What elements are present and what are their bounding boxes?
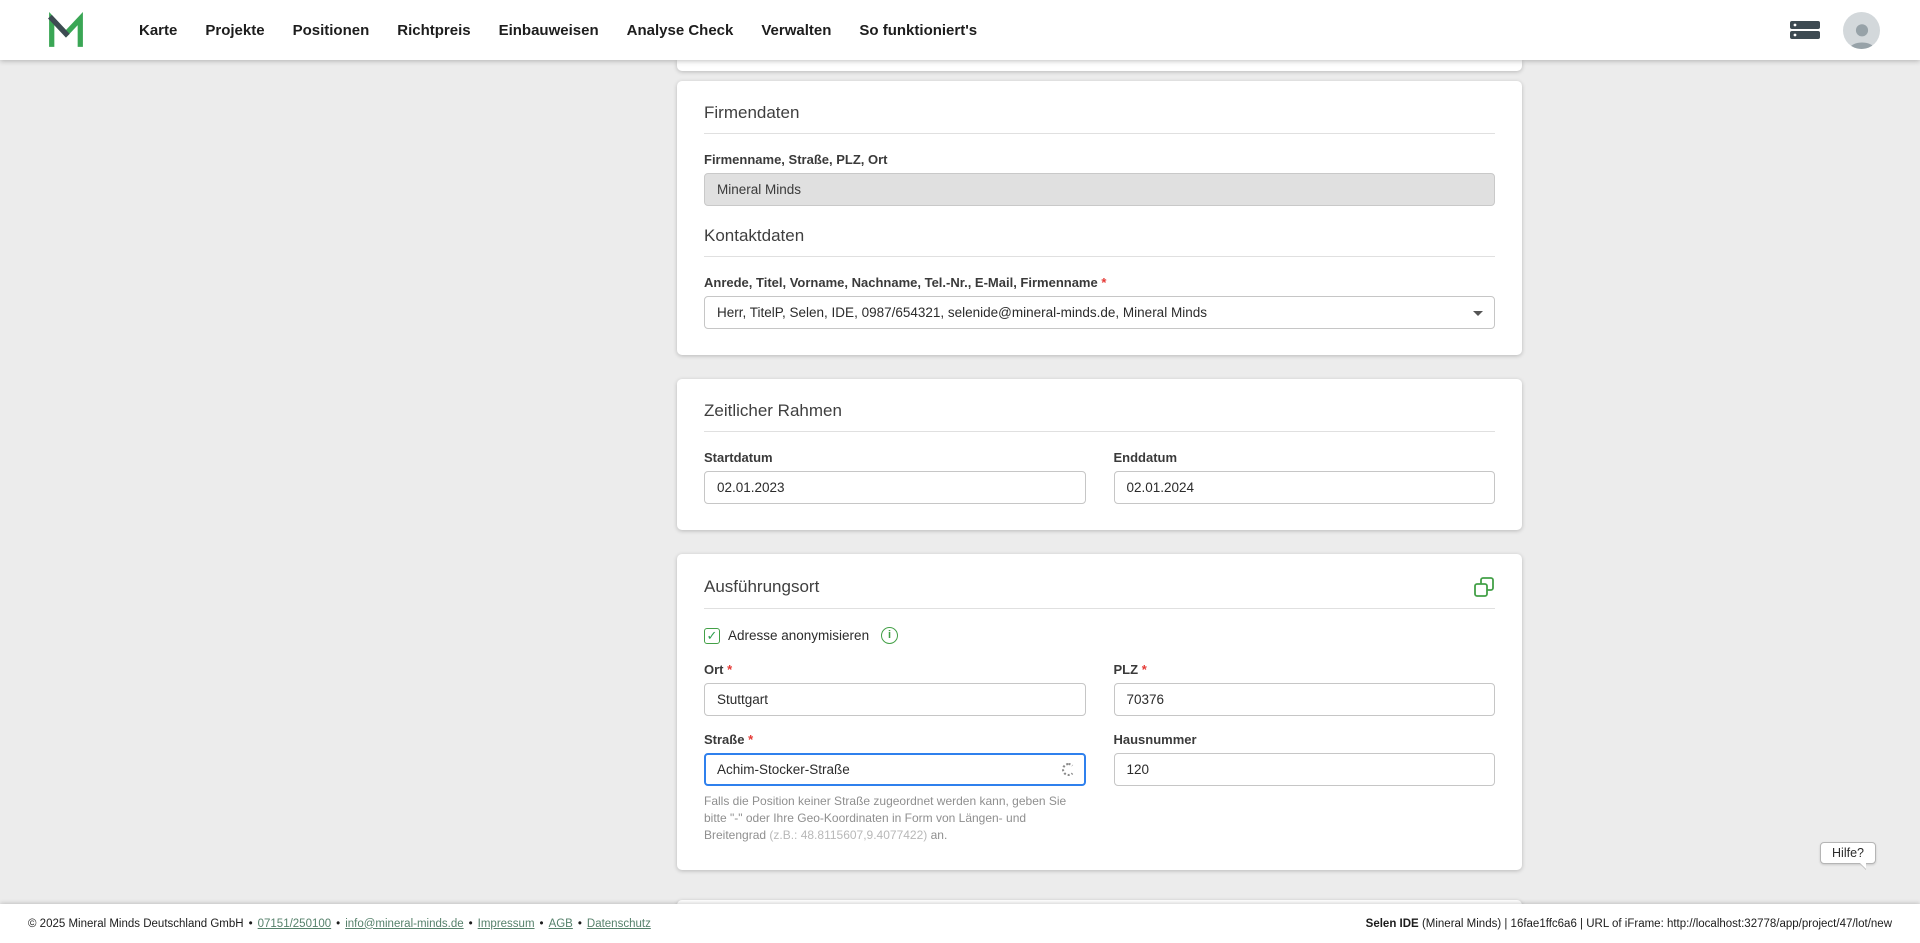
footer-link-phone[interactable]: 07151/250100: [258, 918, 332, 930]
company-input: [704, 173, 1495, 206]
hausnummer-input[interactable]: [1113, 753, 1495, 786]
anonymize-label: Adresse anonymisieren: [728, 628, 870, 643]
footer: © 2025 Mineral Minds Deutschland GmbH • …: [0, 904, 1920, 943]
section-title-zeitraum: Zeitlicher Rahmen: [704, 401, 842, 420]
nav-item-so-funktionierts[interactable]: So funktioniert's: [859, 22, 977, 39]
nav-item-projekte[interactable]: Projekte: [205, 22, 264, 39]
nav-item-analyse-check[interactable]: Analyse Check: [627, 22, 734, 39]
footer-link-agb[interactable]: AGB: [549, 918, 573, 930]
hausnummer-field: Hausnummer: [1113, 732, 1495, 844]
startdatum-input[interactable]: [704, 471, 1086, 504]
helper-part3: an.: [927, 828, 948, 842]
section-title-kontaktdaten: Kontaktdaten: [704, 226, 805, 245]
footer-separator: •: [336, 917, 341, 930]
footer-link-datenschutz[interactable]: Datenschutz: [587, 918, 651, 930]
footer-separator: •: [577, 917, 582, 930]
ausfuehrungsort-card: Ausführungsort ✓ Adresse anonymisieren i…: [677, 554, 1522, 870]
section-title-firmendaten: Firmendaten: [704, 103, 800, 122]
anonymize-checkbox[interactable]: ✓: [704, 627, 720, 644]
required-marker: *: [1141, 662, 1147, 677]
ausfuehrungsort-header: Ausführungsort: [704, 576, 1495, 609]
ort-label-text: Ort: [704, 662, 724, 677]
footer-app-info: (Mineral Minds) | 16fae1ffc6a6 | URL of …: [1421, 917, 1892, 930]
footer-separator: •: [539, 917, 544, 930]
info-icon[interactable]: i: [881, 627, 899, 644]
footer-separator: •: [248, 917, 253, 930]
required-marker: *: [1101, 275, 1107, 290]
main-nav: Karte Projekte Positionen Richtpreis Ein…: [139, 22, 977, 39]
nav-item-verwalten[interactable]: Verwalten: [761, 22, 831, 39]
section-title-ausfuehrungsort: Ausführungsort: [704, 577, 820, 596]
strasse-input[interactable]: [704, 753, 1086, 786]
nav-item-positionen[interactable]: Positionen: [293, 22, 370, 39]
kontakt-select-value: Herr, TitelP, Selen, IDE, 0987/654321, s…: [717, 305, 1207, 320]
kontakt-field-label: Anrede, Titel, Vorname, Nachname, Tel.-N…: [704, 275, 1495, 290]
plz-input[interactable]: [1113, 683, 1495, 716]
footer-copyright: © 2025 Mineral Minds Deutschland GmbH: [28, 917, 244, 930]
firmendaten-card: Firmendaten Firmenname, Straße, PLZ, Ort…: [677, 81, 1522, 355]
required-marker: *: [727, 662, 733, 677]
strasse-label-text: Straße: [704, 732, 745, 747]
plz-label: PLZ *: [1114, 662, 1496, 677]
mineral-minds-logo[interactable]: [45, 10, 87, 50]
helper-coords-example: (z.B.: 48.8115607,9.4077422): [769, 828, 928, 842]
nav-item-einbauweisen[interactable]: Einbauweisen: [499, 22, 599, 39]
enddatum-field: Enddatum: [1113, 450, 1495, 504]
zeitraum-card: Zeitlicher Rahmen Startdatum Enddatum: [677, 379, 1522, 530]
footer-link-impressum[interactable]: Impressum: [478, 918, 535, 930]
user-avatar[interactable]: [1843, 11, 1880, 49]
help-button[interactable]: Hilfe?: [1820, 842, 1876, 864]
plz-label-text: PLZ: [1113, 662, 1139, 677]
ort-input[interactable]: [704, 683, 1086, 716]
kontaktdaten-header: Kontaktdaten: [704, 226, 1495, 257]
footer-separator: •: [468, 917, 473, 930]
nav-item-karte[interactable]: Karte: [139, 22, 177, 39]
chevron-down-icon: [1473, 310, 1483, 316]
company-field-label: Firmenname, Straße, PLZ, Ort: [704, 152, 888, 167]
person-icon: [1848, 23, 1875, 49]
ort-field: Ort *: [704, 662, 1086, 716]
startdatum-field: Startdatum: [704, 450, 1086, 504]
strasse-label: Straße *: [704, 732, 1086, 747]
enddatum-input[interactable]: [1113, 471, 1495, 504]
firmendaten-header: Firmendaten: [704, 103, 1495, 134]
enddatum-label: Enddatum: [1113, 450, 1178, 465]
nav-item-richtpreis[interactable]: Richtpreis: [397, 22, 470, 39]
anonymize-row: ✓ Adresse anonymisieren i: [704, 627, 1495, 644]
copy-icon[interactable]: [1473, 576, 1495, 598]
footer-left: © 2025 Mineral Minds Deutschland GmbH • …: [28, 918, 651, 930]
kontakt-field-label-text: Anrede, Titel, Vorname, Nachname, Tel.-N…: [704, 275, 1098, 290]
startdatum-label: Startdatum: [704, 450, 773, 465]
strasse-field: Straße * Falls die Position keiner Straß…: [704, 732, 1086, 844]
server-icon[interactable]: [1789, 19, 1821, 41]
top-navbar: Karte Projekte Positionen Richtpreis Ein…: [0, 0, 1920, 60]
form-content: Firmendaten Firmenname, Straße, PLZ, Ort…: [677, 60, 1522, 922]
kontakt-select[interactable]: Herr, TitelP, Selen, IDE, 0987/654321, s…: [704, 296, 1495, 329]
footer-link-email[interactable]: info@mineral-minds.de: [345, 918, 463, 930]
hausnummer-label: Hausnummer: [1113, 732, 1197, 747]
ort-label: Ort *: [704, 662, 1086, 677]
footer-app-name: Selen IDE: [1365, 917, 1419, 930]
plz-field: PLZ *: [1113, 662, 1496, 716]
strasse-helper-text: Falls die Position keiner Straße zugeord…: [704, 793, 1085, 844]
required-marker: *: [748, 732, 754, 747]
loading-spinner-icon: [1061, 762, 1075, 776]
zeitraum-header: Zeitlicher Rahmen: [704, 401, 1495, 432]
navbar-right: [1789, 11, 1880, 49]
footer-right: Selen IDE (Mineral Minds) | 16fae1ffc6a6…: [1366, 918, 1892, 930]
previous-card-partial: [677, 60, 1522, 71]
